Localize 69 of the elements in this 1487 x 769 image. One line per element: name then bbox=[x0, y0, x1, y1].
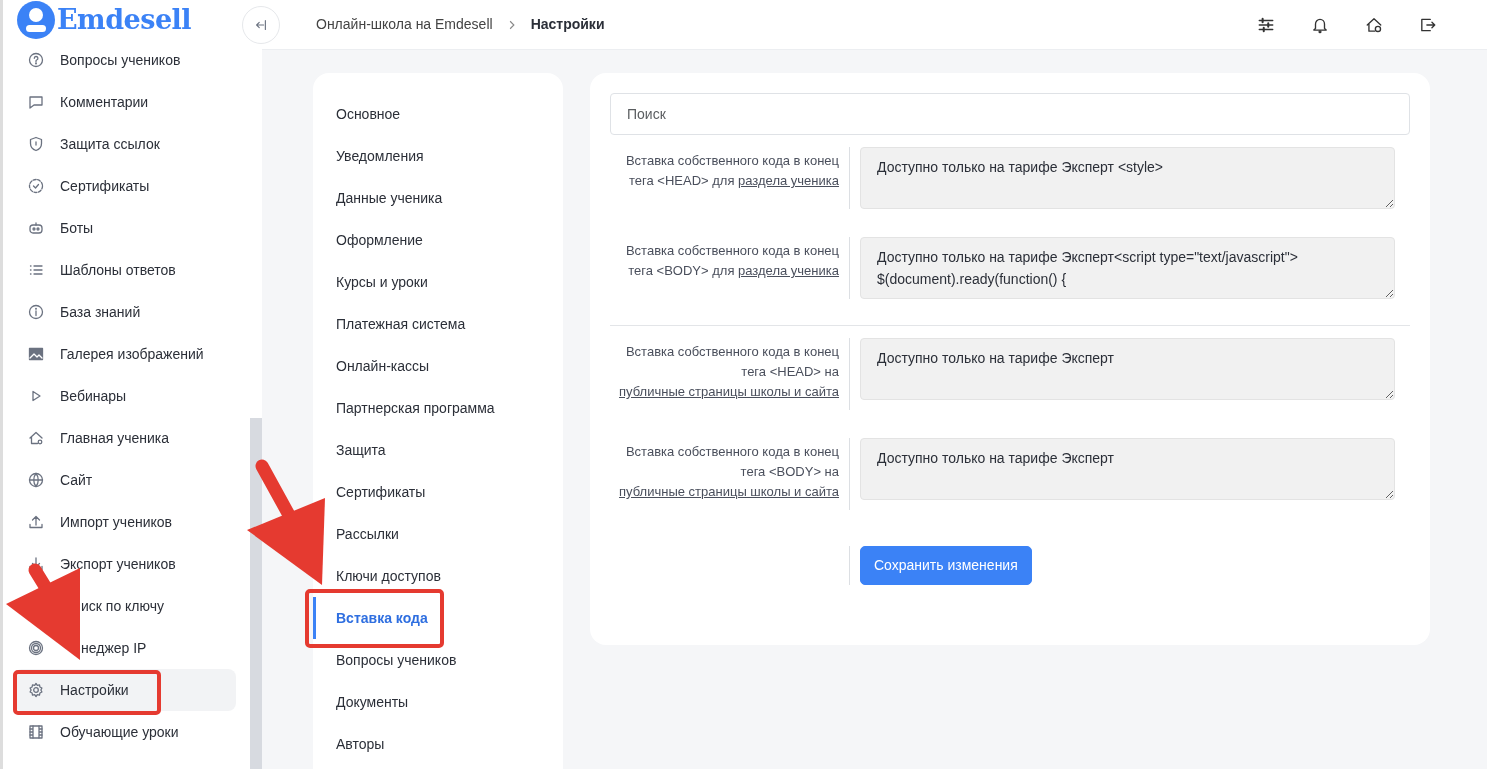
sidebar-item[interactable]: Обучающие уроки bbox=[14, 711, 236, 753]
sidebar-item[interactable]: Импорт учеников bbox=[14, 501, 236, 543]
settings-menu-item[interactable]: Данные ученика bbox=[336, 188, 443, 208]
sidebar-item[interactable]: Защита ссылок bbox=[14, 123, 236, 165]
search-field[interactable]: Поиск bbox=[610, 93, 1410, 135]
film-icon bbox=[28, 724, 44, 740]
sidebar-item[interactable]: иск по ключу bbox=[14, 585, 236, 627]
scrollbar-thumb[interactable] bbox=[250, 418, 262, 769]
settings-menu-item[interactable]: Вопросы учеников bbox=[336, 650, 457, 670]
robot-icon bbox=[28, 220, 44, 236]
breadcrumb-current: Настройки bbox=[530, 15, 605, 34]
sidebar-item[interactable]: База знаний bbox=[14, 291, 236, 333]
settings-menu-item[interactable]: Онлайн-кассы bbox=[336, 356, 430, 376]
globe-icon bbox=[28, 472, 44, 488]
badge-check-icon bbox=[28, 178, 44, 194]
sidebar-item[interactable]: неджер IP bbox=[14, 627, 236, 669]
collapse-icon bbox=[254, 17, 268, 32]
info-icon bbox=[28, 304, 44, 320]
settings-menu-item[interactable]: Платежная система bbox=[336, 314, 466, 334]
settings-menu-item[interactable]: Документы bbox=[336, 692, 409, 712]
sidebar-item[interactable]: Боты bbox=[14, 207, 236, 249]
settings-menu-item[interactable]: Вставка кода bbox=[336, 608, 428, 628]
breadcrumb-link[interactable]: Онлайн-школа на Emdesell bbox=[316, 14, 493, 35]
field-link[interactable]: раздела ученика bbox=[738, 173, 839, 188]
settings-menu-item[interactable]: Рассылки bbox=[336, 524, 399, 544]
field-label: Вставка собственного кода в конец тега <HEAD> на публичные страницы школы и сайта bbox=[610, 338, 850, 410]
field-link[interactable]: публичные страницы школы и сайта bbox=[619, 484, 839, 499]
code-field[interactable]: Доступно только на тарифе Эксперт bbox=[860, 338, 1395, 400]
home-icon bbox=[28, 430, 44, 446]
settings-menu-item[interactable]: Уведомления bbox=[336, 146, 424, 166]
sidebar-item[interactable]: Галерея изображений bbox=[14, 333, 236, 375]
code-field[interactable]: Доступно только на тарифе Эксперт<script type="text/javascript"> $(document).ready(function() { bbox=[860, 237, 1395, 299]
settings-menu-item[interactable]: Ключи доступов bbox=[336, 566, 441, 586]
sidebar-item[interactable]: Главная ученика bbox=[14, 417, 236, 459]
settings-menu-item[interactable]: Сертификаты bbox=[336, 482, 426, 502]
field-label: Вставка собственного кода в конец тега <HEAD> для раздела ученика bbox=[610, 147, 850, 209]
sidebar-item[interactable]: Шаблоны ответов bbox=[14, 249, 236, 291]
settings-menu-item[interactable]: Защита bbox=[336, 440, 386, 460]
field-label: Вставка собственного кода в конец тега <BODY> на публичные страницы школы и сайта bbox=[610, 438, 850, 510]
sidebar-item[interactable]: Настройки bbox=[14, 669, 236, 711]
field-link[interactable]: раздела ученика bbox=[738, 263, 839, 278]
question-icon bbox=[28, 52, 44, 68]
settings-menu-item[interactable]: Оформление bbox=[336, 230, 423, 250]
settings-menu-item[interactable]: Курсы и уроки bbox=[336, 272, 428, 292]
settings-menu-item[interactable]: Партнерская программа bbox=[336, 398, 495, 418]
settings-icon bbox=[28, 682, 44, 698]
sidebar-item[interactable]: Комментарии bbox=[14, 81, 236, 123]
code-field[interactable]: Доступно только на тарифе Эксперт bbox=[860, 438, 1395, 500]
sidebar-item[interactable]: Экспорт учеников bbox=[14, 543, 236, 585]
image-icon bbox=[28, 346, 44, 362]
target-icon bbox=[28, 640, 44, 656]
settings-menu-item[interactable]: Авторы bbox=[336, 734, 385, 754]
sidebar-item[interactable]: Сайт bbox=[14, 459, 236, 501]
field-link[interactable]: публичные страницы школы и сайта bbox=[619, 384, 839, 399]
code-field[interactable]: Доступно только на тарифе Эксперт <style> bbox=[860, 147, 1395, 209]
save-button[interactable]: Сохранить изменения bbox=[860, 546, 1032, 585]
sliders-icon[interactable] bbox=[1257, 15, 1275, 34]
logo-text: Emdesell bbox=[57, 6, 192, 33]
field-label: Вставка собственного кода в конец тега <BODY> для раздела ученика bbox=[610, 237, 850, 299]
list-icon bbox=[28, 262, 44, 278]
settings-menu-item[interactable]: Основное bbox=[336, 104, 401, 124]
sidebar-item[interactable]: Вебинары bbox=[14, 375, 236, 417]
sidebar-item[interactable]: Вопросы учеников bbox=[14, 39, 236, 81]
sidebar-item[interactable]: Сертификаты bbox=[14, 165, 236, 207]
upload-icon bbox=[28, 514, 44, 530]
shield-icon bbox=[28, 136, 44, 152]
download-icon bbox=[28, 556, 44, 572]
home-icon[interactable] bbox=[1365, 15, 1383, 34]
comment-icon bbox=[28, 94, 44, 110]
